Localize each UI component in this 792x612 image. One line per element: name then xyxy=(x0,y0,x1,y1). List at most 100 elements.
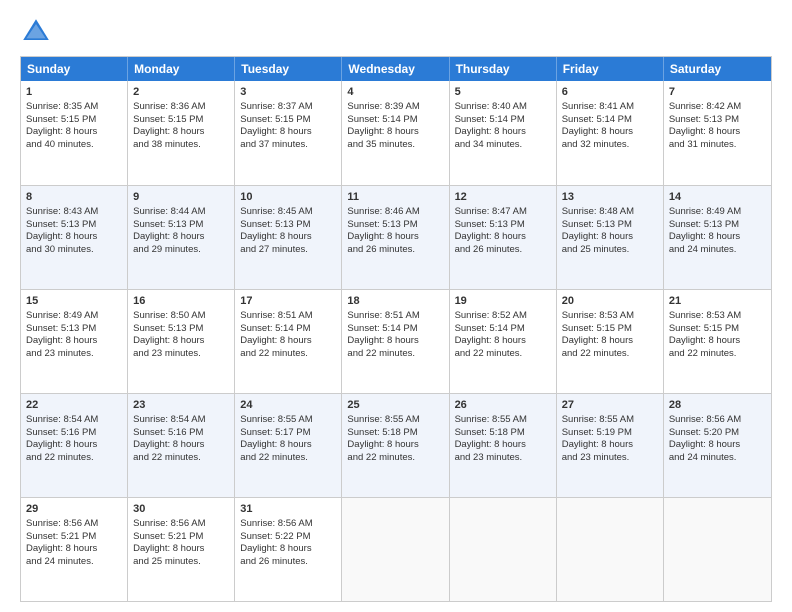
cell-line: Sunset: 5:13 PM xyxy=(133,219,229,232)
cell-line: Daylight: 8 hours xyxy=(133,439,229,452)
cell-line: Sunrise: 8:55 AM xyxy=(347,414,443,427)
cell-line: Sunrise: 8:36 AM xyxy=(133,101,229,114)
cell-line: Daylight: 8 hours xyxy=(669,335,766,348)
cell-line: Daylight: 8 hours xyxy=(347,439,443,452)
calendar-cell-16: 16Sunrise: 8:50 AMSunset: 5:13 PMDayligh… xyxy=(128,290,235,393)
weekday-header-saturday: Saturday xyxy=(664,57,771,81)
cell-line: Sunset: 5:14 PM xyxy=(347,323,443,336)
cell-line: and 26 minutes. xyxy=(347,244,443,257)
day-number: 16 xyxy=(133,294,229,309)
day-number: 8 xyxy=(26,190,122,205)
calendar-row: 1Sunrise: 8:35 AMSunset: 5:15 PMDaylight… xyxy=(21,81,771,185)
cell-line: Sunset: 5:16 PM xyxy=(133,427,229,440)
cell-line: Sunset: 5:15 PM xyxy=(26,114,122,127)
cell-line: Daylight: 8 hours xyxy=(133,543,229,556)
cell-line: Sunset: 5:16 PM xyxy=(26,427,122,440)
cell-line: Sunrise: 8:56 AM xyxy=(26,518,122,531)
day-number: 30 xyxy=(133,502,229,517)
logo-icon xyxy=(20,16,52,48)
cell-line: Daylight: 8 hours xyxy=(26,439,122,452)
calendar-cell-10: 10Sunrise: 8:45 AMSunset: 5:13 PMDayligh… xyxy=(235,186,342,289)
day-number: 12 xyxy=(455,190,551,205)
cell-line: Sunrise: 8:55 AM xyxy=(240,414,336,427)
cell-line: and 32 minutes. xyxy=(562,139,658,152)
cell-line: Daylight: 8 hours xyxy=(26,231,122,244)
cell-line: and 25 minutes. xyxy=(133,556,229,569)
calendar-header: SundayMondayTuesdayWednesdayThursdayFrid… xyxy=(21,57,771,81)
cell-line: Sunrise: 8:54 AM xyxy=(26,414,122,427)
cell-line: Daylight: 8 hours xyxy=(133,231,229,244)
cell-line: and 23 minutes. xyxy=(133,348,229,361)
day-number: 26 xyxy=(455,398,551,413)
cell-line: Sunset: 5:15 PM xyxy=(669,323,766,336)
cell-line: Sunrise: 8:47 AM xyxy=(455,206,551,219)
calendar-cell-24: 24Sunrise: 8:55 AMSunset: 5:17 PMDayligh… xyxy=(235,394,342,497)
calendar-cell-3: 3Sunrise: 8:37 AMSunset: 5:15 PMDaylight… xyxy=(235,81,342,185)
day-number: 27 xyxy=(562,398,658,413)
calendar-cell-5: 5Sunrise: 8:40 AMSunset: 5:14 PMDaylight… xyxy=(450,81,557,185)
cell-line: Sunrise: 8:56 AM xyxy=(133,518,229,531)
day-number: 6 xyxy=(562,85,658,100)
cell-line: and 24 minutes. xyxy=(669,452,766,465)
cell-line: Sunset: 5:18 PM xyxy=(455,427,551,440)
calendar-row: 22Sunrise: 8:54 AMSunset: 5:16 PMDayligh… xyxy=(21,393,771,497)
cell-line: and 38 minutes. xyxy=(133,139,229,152)
calendar-cell-30: 30Sunrise: 8:56 AMSunset: 5:21 PMDayligh… xyxy=(128,498,235,601)
day-number: 19 xyxy=(455,294,551,309)
day-number: 11 xyxy=(347,190,443,205)
cell-line: Sunset: 5:20 PM xyxy=(669,427,766,440)
cell-line: Sunrise: 8:41 AM xyxy=(562,101,658,114)
calendar-cell-11: 11Sunrise: 8:46 AMSunset: 5:13 PMDayligh… xyxy=(342,186,449,289)
cell-line: Sunrise: 8:37 AM xyxy=(240,101,336,114)
cell-line: Sunrise: 8:44 AM xyxy=(133,206,229,219)
calendar-cell-13: 13Sunrise: 8:48 AMSunset: 5:13 PMDayligh… xyxy=(557,186,664,289)
cell-line: Daylight: 8 hours xyxy=(240,439,336,452)
cell-line: Sunrise: 8:35 AM xyxy=(26,101,122,114)
cell-line: Sunset: 5:15 PM xyxy=(240,114,336,127)
cell-line: Sunrise: 8:53 AM xyxy=(669,310,766,323)
day-number: 23 xyxy=(133,398,229,413)
calendar-cell-27: 27Sunrise: 8:55 AMSunset: 5:19 PMDayligh… xyxy=(557,394,664,497)
cell-line: Sunrise: 8:42 AM xyxy=(669,101,766,114)
day-number: 14 xyxy=(669,190,766,205)
calendar-cell-22: 22Sunrise: 8:54 AMSunset: 5:16 PMDayligh… xyxy=(21,394,128,497)
day-number: 31 xyxy=(240,502,336,517)
cell-line: Sunrise: 8:39 AM xyxy=(347,101,443,114)
cell-line: Sunrise: 8:43 AM xyxy=(26,206,122,219)
cell-line: Sunrise: 8:49 AM xyxy=(669,206,766,219)
cell-line: Daylight: 8 hours xyxy=(240,231,336,244)
cell-line: Sunrise: 8:55 AM xyxy=(562,414,658,427)
cell-line: Sunset: 5:14 PM xyxy=(562,114,658,127)
cell-line: and 22 minutes. xyxy=(240,452,336,465)
cell-line: and 23 minutes. xyxy=(562,452,658,465)
cell-line: Sunset: 5:14 PM xyxy=(455,114,551,127)
cell-line: Sunset: 5:13 PM xyxy=(455,219,551,232)
cell-line: and 22 minutes. xyxy=(455,348,551,361)
cell-line: and 22 minutes. xyxy=(562,348,658,361)
cell-line: Daylight: 8 hours xyxy=(562,335,658,348)
calendar-cell-29: 29Sunrise: 8:56 AMSunset: 5:21 PMDayligh… xyxy=(21,498,128,601)
cell-line: Sunset: 5:13 PM xyxy=(26,219,122,232)
cell-line: Daylight: 8 hours xyxy=(562,231,658,244)
cell-line: Sunset: 5:18 PM xyxy=(347,427,443,440)
cell-line: and 35 minutes. xyxy=(347,139,443,152)
calendar-cell-empty xyxy=(664,498,771,601)
cell-line: and 22 minutes. xyxy=(347,348,443,361)
weekday-header-sunday: Sunday xyxy=(21,57,128,81)
cell-line: Sunset: 5:14 PM xyxy=(240,323,336,336)
day-number: 2 xyxy=(133,85,229,100)
calendar-cell-8: 8Sunrise: 8:43 AMSunset: 5:13 PMDaylight… xyxy=(21,186,128,289)
cell-line: Sunrise: 8:56 AM xyxy=(669,414,766,427)
cell-line: Daylight: 8 hours xyxy=(133,335,229,348)
calendar-cell-12: 12Sunrise: 8:47 AMSunset: 5:13 PMDayligh… xyxy=(450,186,557,289)
cell-line: Sunrise: 8:53 AM xyxy=(562,310,658,323)
calendar: SundayMondayTuesdayWednesdayThursdayFrid… xyxy=(20,56,772,602)
calendar-cell-18: 18Sunrise: 8:51 AMSunset: 5:14 PMDayligh… xyxy=(342,290,449,393)
day-number: 7 xyxy=(669,85,766,100)
cell-line: Daylight: 8 hours xyxy=(455,335,551,348)
cell-line: Daylight: 8 hours xyxy=(26,126,122,139)
cell-line: Daylight: 8 hours xyxy=(26,543,122,556)
header xyxy=(20,16,772,48)
calendar-cell-empty xyxy=(450,498,557,601)
cell-line: Sunset: 5:14 PM xyxy=(347,114,443,127)
